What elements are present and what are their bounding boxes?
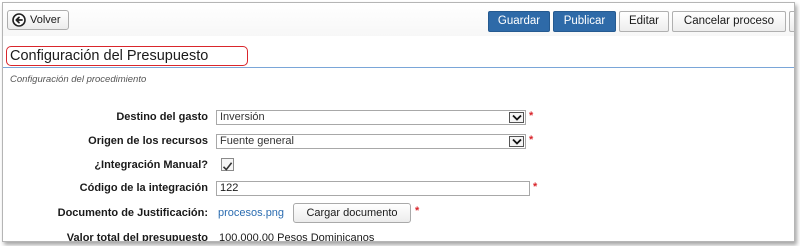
upload-document-button[interactable]: Cargar documento [293,203,411,223]
back-button[interactable]: Volver [7,10,69,30]
codigo-label: Código de la integración [79,182,208,194]
codigo-input[interactable]: 122 [216,181,530,196]
destino-value: Inversión [220,111,265,123]
valor-total-label: Valor total del presupuesto [66,232,208,242]
valor-total-value: 100,000.00 Pesos Dominicanos [219,232,375,242]
save-button[interactable]: Guardar [488,11,550,32]
chevron-down-icon[interactable] [509,136,524,147]
origen-select[interactable]: Fuente general [216,134,526,149]
publish-button[interactable]: Publicar [553,11,616,32]
integracion-manual-label: ¿Integración Manual? [94,159,208,171]
checkmark-icon [222,162,233,171]
required-mark: * [529,110,534,122]
integracion-manual-checkbox[interactable] [221,158,234,171]
origen-label: Origen de los recursos [88,135,208,147]
destino-select[interactable]: Inversión [216,110,526,125]
title-divider [3,67,794,68]
required-mark: * [529,134,534,146]
cancel-process-button[interactable]: Cancelar proceso [672,11,786,32]
toolbar: Volver Guardar Publicar Editar Cancelar … [3,3,794,36]
document-file-link[interactable]: procesos.png [218,207,284,219]
arrow-left-circle-icon [12,13,26,27]
more-button[interactable] [789,11,794,32]
back-button-label: Volver [30,14,61,26]
page-subtitle: Configuración del procedimiento [10,74,147,85]
page-title: Configuración del Presupuesto [10,48,209,64]
page-frame: Volver Guardar Publicar Editar Cancelar … [2,2,795,242]
chevron-down-icon[interactable] [509,112,524,123]
edit-button[interactable]: Editar [619,11,669,32]
documento-label: Documento de Justificación: [57,207,208,219]
destino-label: Destino del gasto [116,111,208,123]
origen-value: Fuente general [220,135,294,147]
required-mark: * [533,181,538,193]
required-mark: * [415,205,420,217]
